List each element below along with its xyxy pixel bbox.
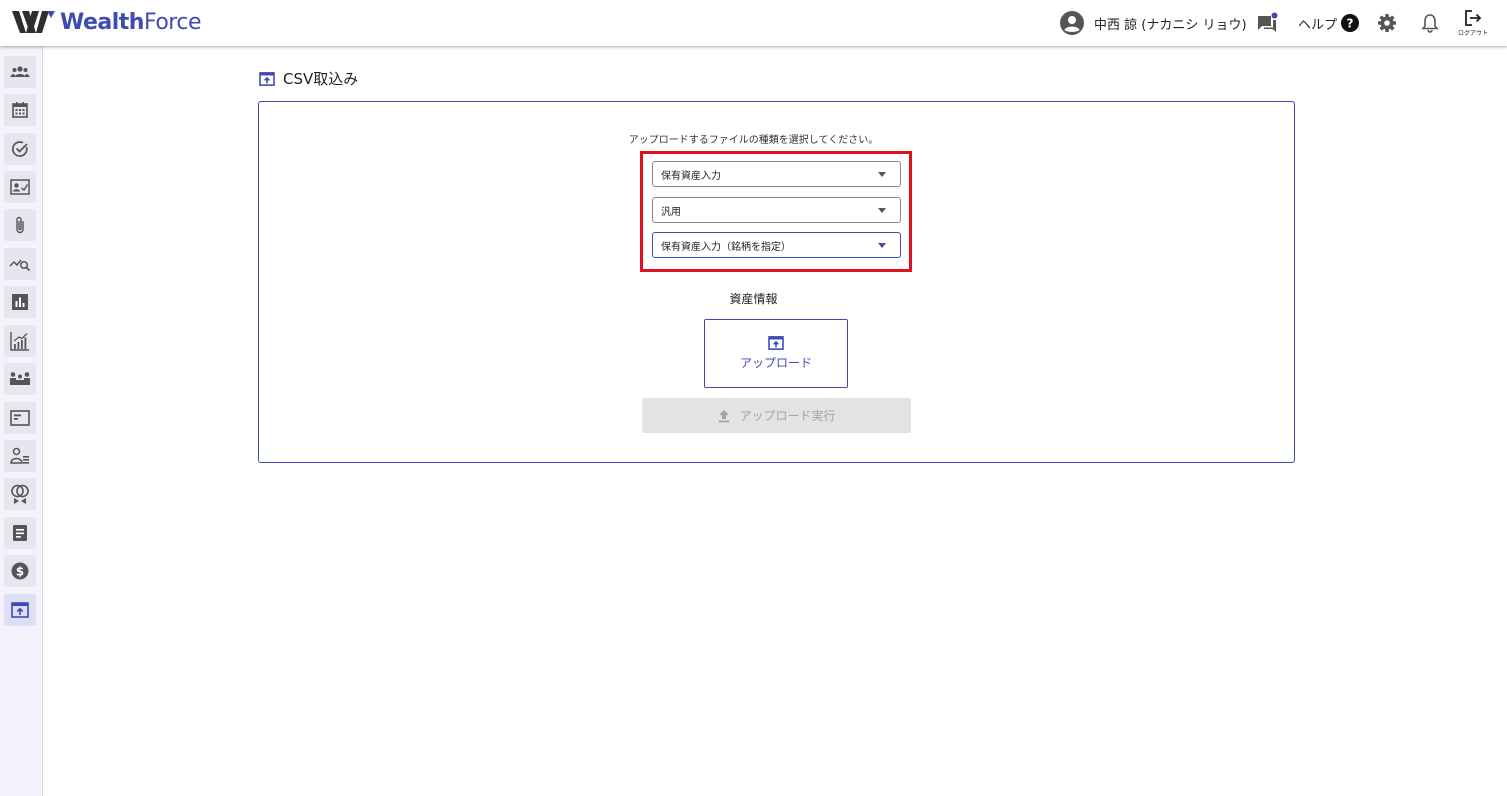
chat-notification-icon <box>1258 12 1278 32</box>
contact-card-icon <box>10 179 30 195</box>
sidebar-item-performance[interactable] <box>4 325 36 357</box>
file-type-value: 保有資産入力 <box>661 170 721 182</box>
sidebar-item-users[interactable] <box>4 440 36 472</box>
template-value: 保有資産入力（銘柄を指定） <box>661 241 791 253</box>
instruction-text: アップロードするファイルの種類を選択してください。 <box>628 135 879 146</box>
svg-text:$: $ <box>16 565 24 579</box>
execute-upload-label: アップロード実行 <box>739 409 836 423</box>
calendar-icon <box>12 102 28 118</box>
upload-file-button[interactable]: アップロード <box>704 319 848 388</box>
sidebar-item-csv-import[interactable] <box>4 594 36 626</box>
bell-icon <box>1421 14 1439 33</box>
user-name: 中西 諒 (ナカニシ リョウ) <box>1094 17 1247 33</box>
sidebar-item-contacts[interactable] <box>4 171 36 203</box>
attachment-icon <box>16 216 24 234</box>
wealthforce-logo[interactable]: WealthForce <box>12 8 202 36</box>
dollar-icon: $ <box>11 562 29 580</box>
sidebar-item-meetings[interactable] <box>4 363 36 395</box>
format-value: 汎用 <box>661 206 681 218</box>
sidebar-item-finance[interactable]: $ <box>4 555 36 587</box>
chevron-down-icon <box>878 208 886 213</box>
sidebar-item-relations[interactable] <box>4 478 36 510</box>
notifications-button[interactable] <box>1421 0 1439 46</box>
execute-upload-button[interactable]: アップロード実行 <box>642 398 911 433</box>
user-list-icon <box>10 447 29 464</box>
gender-icon <box>11 484 29 504</box>
file-type-select[interactable]: 保有資産入力 <box>652 161 901 187</box>
format-select[interactable]: 汎用 <box>652 197 901 223</box>
page-title-text: CSV取込み <box>283 70 359 88</box>
document-window-icon <box>10 410 30 426</box>
user-avatar-icon <box>1060 11 1084 35</box>
sidebar-item-documents[interactable] <box>4 402 36 434</box>
upload-label: アップロード <box>739 356 812 370</box>
logo-mark-icon <box>12 11 55 33</box>
upload-arrow-icon <box>719 409 730 422</box>
help-icon: ? <box>1341 14 1360 32</box>
section-label: 資産情報 <box>729 292 778 306</box>
settings-button[interactable] <box>1377 0 1397 46</box>
logo-text: WealthForce <box>60 9 202 35</box>
sidebar-item-notes[interactable] <box>4 517 36 549</box>
chart-search-icon <box>9 259 31 272</box>
logout-label: ログアウト <box>1457 30 1488 37</box>
sidebar-item-calendar[interactable] <box>4 94 36 126</box>
upload-box-icon <box>259 71 275 86</box>
chevron-down-icon <box>878 243 886 248</box>
sidebar-item-customers[interactable] <box>4 56 36 88</box>
app-header: WealthForce 中西 諒 (ナカニシ リョウ) ヘルプ ? ログアウト <box>0 0 1507 46</box>
user-menu[interactable]: 中西 諒 (ナカニシ リョウ) <box>1060 0 1247 46</box>
page-title: CSV取込み <box>259 68 358 89</box>
sidebar-item-analysis[interactable] <box>4 248 36 280</box>
help-label: ヘルプ <box>1298 17 1338 33</box>
chevron-down-icon <box>878 172 886 177</box>
sidebar-item-attachments[interactable] <box>4 209 36 241</box>
upload-box-icon <box>11 602 29 618</box>
messages-button[interactable] <box>1256 0 1278 46</box>
notes-icon <box>13 525 27 541</box>
growth-chart-icon <box>10 332 29 351</box>
logout-icon <box>1465 10 1482 26</box>
help-button[interactable]: ヘルプ ? <box>1298 0 1360 46</box>
people-icon <box>10 66 30 77</box>
logout-button[interactable]: ログアウト <box>1457 0 1489 46</box>
svg-text:?: ? <box>1347 17 1354 31</box>
gear-icon <box>1378 14 1396 32</box>
template-select[interactable]: 保有資産入力（銘柄を指定） <box>652 232 901 258</box>
upload-box-icon <box>768 336 784 350</box>
meeting-icon <box>10 372 30 385</box>
sidebar: $ <box>0 46 43 796</box>
